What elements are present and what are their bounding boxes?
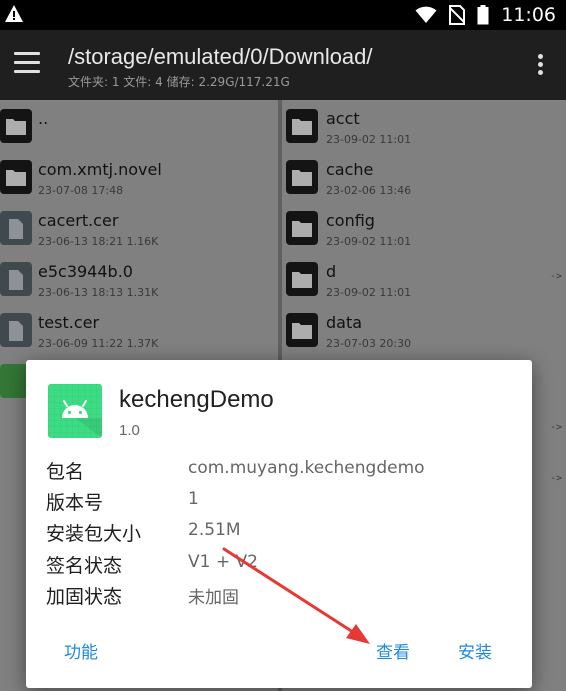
view-button[interactable]: 查看 [376, 638, 410, 663]
info-row-signature: 签名状态 V1 + V2 [46, 551, 516, 579]
info-row-hardening: 加固状态 未加固 [46, 582, 516, 610]
info-value: com.muyang.kechengdemo [188, 458, 425, 478]
app-version: 1.0 [119, 422, 140, 439]
info-label: 安装包大小 [46, 523, 142, 545]
menu-icon[interactable] [14, 52, 40, 74]
info-label: 包名 [46, 461, 85, 483]
info-row-package: 包名 com.muyang.kechengdemo [46, 457, 516, 485]
no-sim-icon [449, 5, 466, 25]
info-value: V1 + V2 [188, 552, 258, 572]
more-vert-icon[interactable] [538, 54, 544, 76]
info-value: 1 [188, 489, 199, 509]
function-button[interactable]: 功能 [64, 638, 98, 663]
android-icon [48, 384, 102, 438]
info-row-version-code: 版本号 1 [46, 488, 516, 516]
info-value: 未加固 [188, 588, 239, 608]
clock: 11:06 [501, 4, 556, 26]
info-label: 签名状态 [46, 555, 123, 577]
apk-info-dialog: kechengDemo 1.0 包名 com.muyang.kechengdem… [26, 360, 532, 688]
warning-icon [5, 5, 23, 22]
info-label: 加固状态 [46, 586, 123, 608]
info-value: 2.51M [188, 520, 241, 540]
app-name: kechengDemo [119, 386, 274, 413]
status-bar: 11:06 [0, 0, 566, 30]
wifi-icon [415, 6, 437, 23]
install-button[interactable]: 安装 [458, 638, 492, 663]
app-bar: /storage/emulated/0/Download/ 文件夹: 1 文件:… [0, 30, 566, 100]
storage-summary: 文件夹: 1 文件: 4 储存: 2.29G/117.21G [68, 75, 290, 89]
battery-icon [477, 5, 489, 25]
info-label: 版本号 [46, 492, 104, 514]
current-path: /storage/emulated/0/Download/ [68, 44, 373, 69]
info-row-size: 安装包大小 2.51M [46, 519, 516, 547]
